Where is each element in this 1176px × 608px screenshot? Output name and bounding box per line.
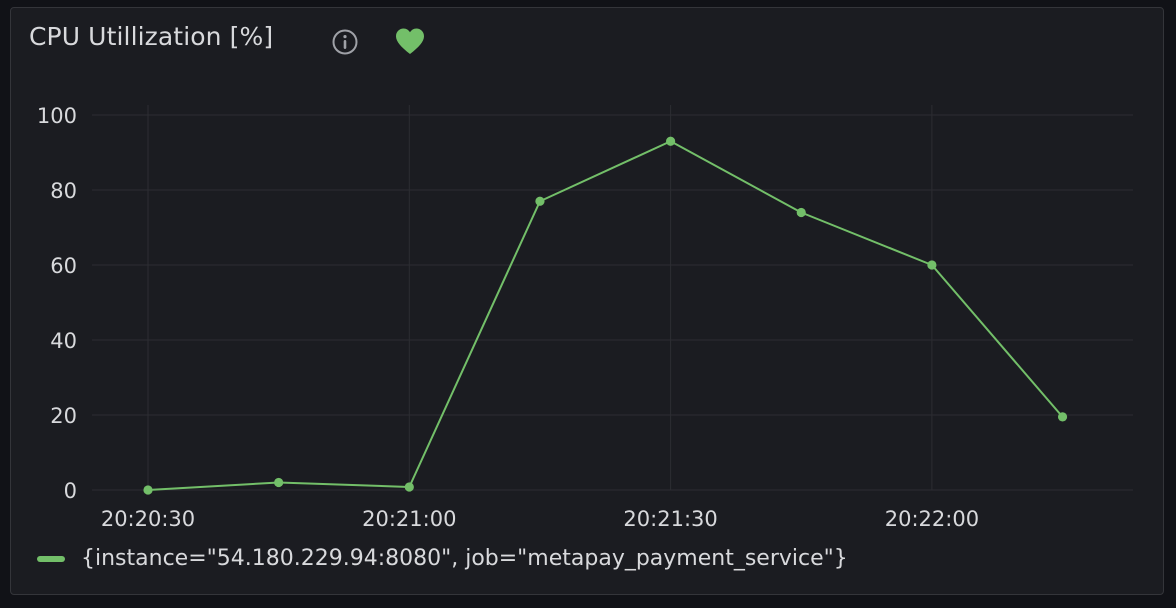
legend-swatch: [37, 555, 65, 562]
data-point: [796, 207, 806, 218]
x-tick-label: 20:21:00: [362, 507, 456, 531]
y-tick-label: 100: [37, 104, 77, 128]
chart-legend: {instance="54.180.229.94:8080", job="met…: [37, 546, 848, 571]
legend-series-label[interactable]: {instance="54.180.229.94:8080", job="met…: [81, 546, 848, 571]
y-tick-label: 80: [50, 179, 77, 203]
y-tick-label: 20: [50, 404, 77, 428]
x-tick-label: 20:20:30: [101, 507, 195, 531]
data-point: [143, 485, 153, 495]
chart-panel: CPU Utillization [%] 0 20 40 60 80 100 20:20:3…: [10, 7, 1164, 595]
y-tick-label: 0: [64, 479, 77, 503]
data-point: [535, 196, 545, 206]
data-point: [404, 482, 414, 492]
series-line: [147, 140, 1064, 491]
data-point: [1057, 412, 1068, 422]
data-point: [666, 136, 676, 146]
line-chart: 0 20 40 60 80 100 20:20:30 20:21:00 20:21:30 20:2…: [37, 104, 1133, 531]
x-tick-label: 20:21:30: [623, 507, 717, 531]
data-point: [274, 477, 284, 488]
y-tick-label: 40: [50, 329, 77, 353]
y-tick-label: 60: [50, 254, 77, 278]
x-tick-label: 20:22:00: [885, 507, 979, 531]
data-point: [927, 260, 937, 270]
